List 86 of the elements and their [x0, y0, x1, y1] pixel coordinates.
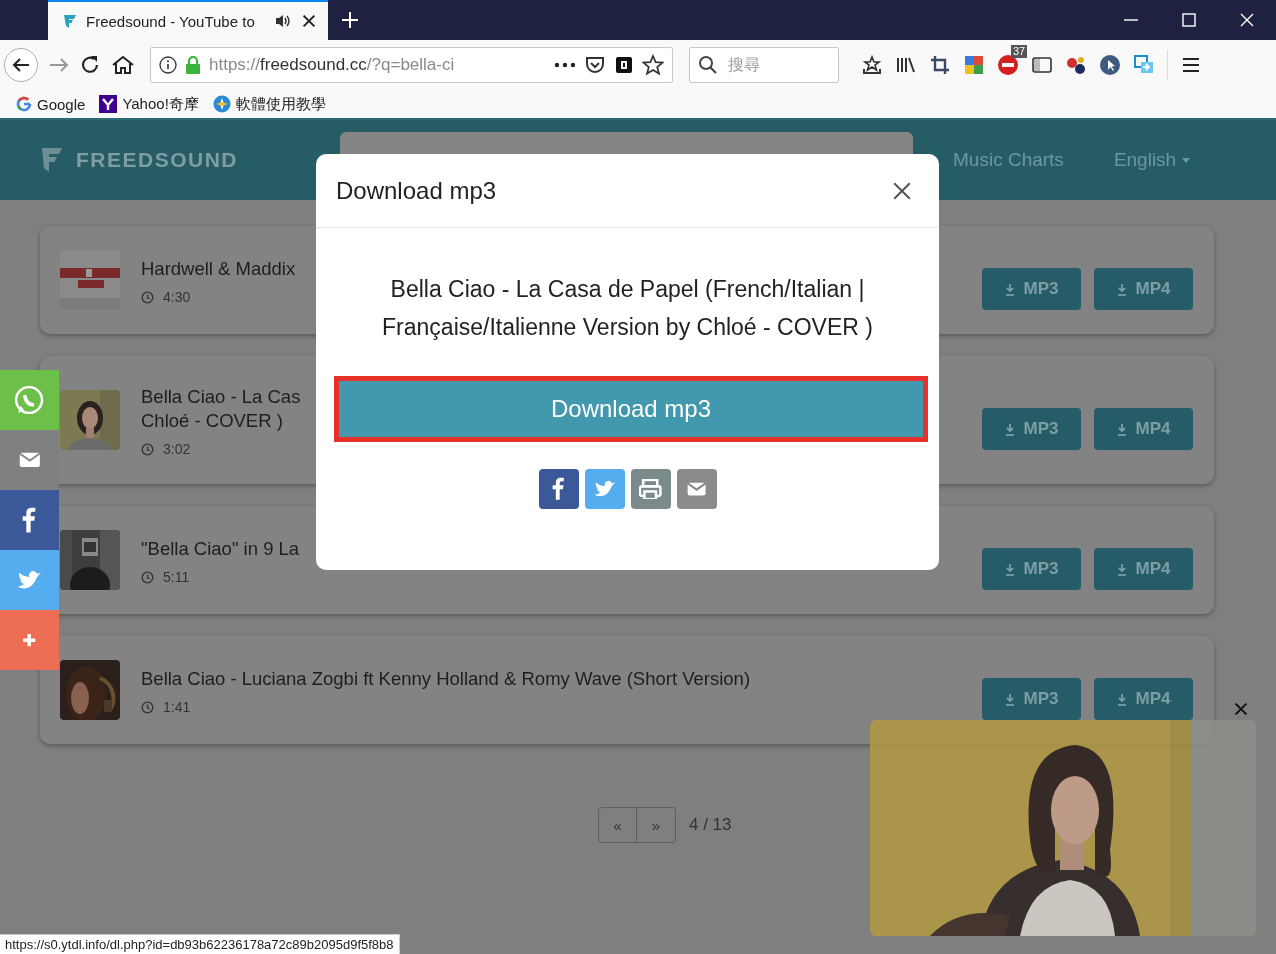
tray-star-icon[interactable] [861, 54, 883, 76]
previous-page-button[interactable]: « [598, 807, 637, 843]
clock-icon [141, 700, 154, 714]
song-title[interactable]: Bella Ciao - La Cas Chloé - COVER ) [141, 385, 301, 433]
logo-icon [40, 146, 64, 174]
browser-tab[interactable]: Freedsound - YouTube to [48, 0, 328, 40]
twitter-icon [17, 569, 42, 591]
download-icon [1004, 562, 1015, 576]
download-icon [1004, 282, 1015, 296]
page-count: 4 / 13 [689, 815, 732, 835]
facebook-icon [22, 506, 37, 534]
grid-extension-icon[interactable] [963, 54, 985, 76]
nav-link[interactable]: English [1113, 149, 1191, 171]
download-icon [1116, 692, 1127, 706]
google-icon [16, 96, 32, 112]
home-icon[interactable] [110, 54, 136, 76]
email-icon [686, 481, 707, 497]
stop-sign-icon[interactable] [997, 54, 1019, 76]
spheres-icon[interactable] [1065, 54, 1087, 76]
nav-link[interactable]: Music Charts [953, 149, 1064, 171]
star-icon[interactable] [642, 54, 664, 76]
download-button[interactable]: MP3 [982, 678, 1081, 720]
facebook-share-button[interactable] [0, 490, 59, 550]
download-button[interactable]: MP4 [1094, 408, 1193, 450]
square-extension-icon[interactable] [614, 55, 634, 75]
download-button[interactable]: MP3 [982, 408, 1081, 450]
song-title: Bella Ciao - La Casa de Papel (French/Italian | Française/Italienne Version by Chloé - COVER ) [381, 275, 874, 342]
download-icon [1116, 422, 1127, 436]
bookmark-link[interactable]: Google [37, 95, 86, 113]
menu-icon[interactable] [1180, 55, 1202, 75]
address-bar[interactable]: https://freedsound.cc/?q=bella-ci [150, 47, 673, 83]
download-button[interactable]: MP4 [1094, 268, 1193, 310]
twitter-icon [593, 479, 616, 499]
print-share-button[interactable] [630, 469, 671, 509]
bookmark-link[interactable]: Yahoo!奇摩 [122, 94, 199, 114]
download-icon [1116, 562, 1127, 576]
whatsapp-icon [15, 385, 44, 415]
duration-text: 4:30 [163, 289, 191, 305]
compass-icon [212, 95, 231, 113]
yahoo-icon [99, 95, 118, 113]
download-button[interactable]: MP3 [982, 268, 1081, 310]
bookmark-link[interactable]: 軟體使用教學 [235, 94, 326, 114]
email-share-button[interactable] [676, 469, 717, 509]
plus-icon [22, 632, 37, 648]
url-text: https://freedsound.cc/?q=bella-ci [209, 55, 456, 75]
duration-text: 5:11 [163, 569, 190, 585]
download-icon [1004, 422, 1015, 436]
next-page-button[interactable]: » [637, 807, 676, 843]
facebook-share-button[interactable] [538, 469, 579, 509]
search-field[interactable]: 搜尋 [689, 47, 839, 83]
download-button[interactable]: Download mp3 [334, 376, 928, 442]
email-icon [18, 452, 41, 468]
more-icon[interactable] [554, 62, 576, 68]
tab-title: Freedsound - YouTube to [86, 12, 256, 30]
print-icon [639, 478, 662, 500]
status-url: https://s0.ytdl.info/dl.php?id=db93b62236178a72c89b2095d9f5f8b8 [0, 934, 400, 954]
sidebar-icon[interactable] [1031, 54, 1053, 76]
back-button[interactable] [4, 48, 38, 82]
close-icon[interactable] [300, 12, 318, 30]
song-title[interactable]: "Bella Ciao" in 9 La [141, 537, 300, 561]
download-icon [1004, 692, 1015, 706]
download-icon [1116, 282, 1127, 296]
tab-logo-icon [62, 13, 78, 29]
duration-text: 3:02 [163, 441, 191, 457]
lock-icon [185, 56, 201, 74]
clock-icon [141, 290, 154, 304]
dialog-title: Download mp3 [336, 176, 497, 205]
crop-icon[interactable] [929, 54, 951, 76]
duration-text: 1:41 [163, 699, 191, 715]
download-button[interactable]: MP3 [982, 548, 1081, 590]
brand-name: FREEDSOUND [76, 148, 238, 172]
download-button[interactable]: MP4 [1094, 678, 1193, 720]
facebook-icon [552, 477, 565, 501]
song-title[interactable]: Bella Ciao - Luciana Zogbi ft Kenny Holland & Romy Wave (Short Version) [141, 667, 751, 691]
info-icon[interactable] [159, 56, 177, 74]
speaker-icon[interactable] [274, 13, 292, 29]
clock-icon [141, 570, 154, 584]
screens-icon[interactable] [1133, 54, 1155, 76]
new-tab-icon[interactable] [340, 10, 360, 30]
pocket-icon[interactable] [584, 55, 606, 75]
cursor-icon[interactable] [1099, 54, 1121, 76]
search-icon [698, 55, 718, 75]
song-title[interactable]: Hardwell & Maddix [141, 257, 296, 281]
download-button[interactable]: MP4 [1094, 548, 1193, 590]
clock-icon [141, 442, 154, 456]
notification-badge: 37 [1011, 45, 1028, 58]
